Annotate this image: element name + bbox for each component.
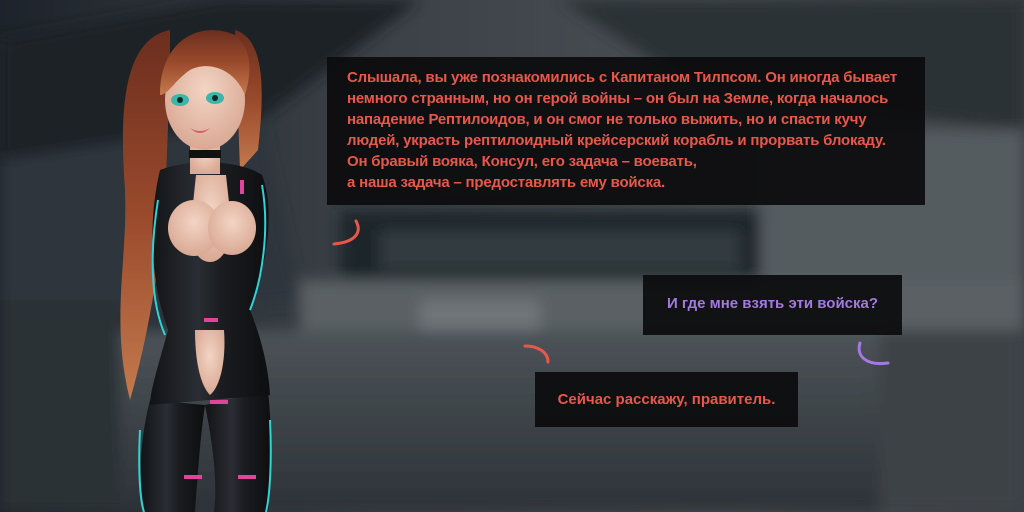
player-reply-text: И где мне взять эти войска? bbox=[666, 295, 879, 312]
npc-dialogue-bubble: Слышала, вы уже познакомились с Капитано… bbox=[327, 57, 925, 205]
dialogue-line: нападение Рептилоидов, и он смог не толь… bbox=[347, 111, 867, 128]
dialogue-line: немного странным, но он герой войны – он… bbox=[347, 90, 889, 107]
advisor-portrait bbox=[120, 30, 272, 512]
dialogue-line: Слышала, вы уже познакомились с Капитано… bbox=[347, 69, 898, 86]
dialogue-line: а наша задача – предоставлять ему войска… bbox=[347, 174, 665, 191]
dialogue-line: Он бравый вояка, Консул, его задача – во… bbox=[347, 153, 697, 170]
dialogue-line: людей, украсть рептилоидный крейсерский … bbox=[347, 132, 886, 149]
npc-reply-text: Сейчас расскажу, правитель. bbox=[557, 391, 776, 408]
npc-reply-bubble: Сейчас расскажу, правитель. bbox=[535, 372, 798, 427]
player-reply-bubble[interactable]: И где мне взять эти войска? bbox=[643, 275, 902, 335]
